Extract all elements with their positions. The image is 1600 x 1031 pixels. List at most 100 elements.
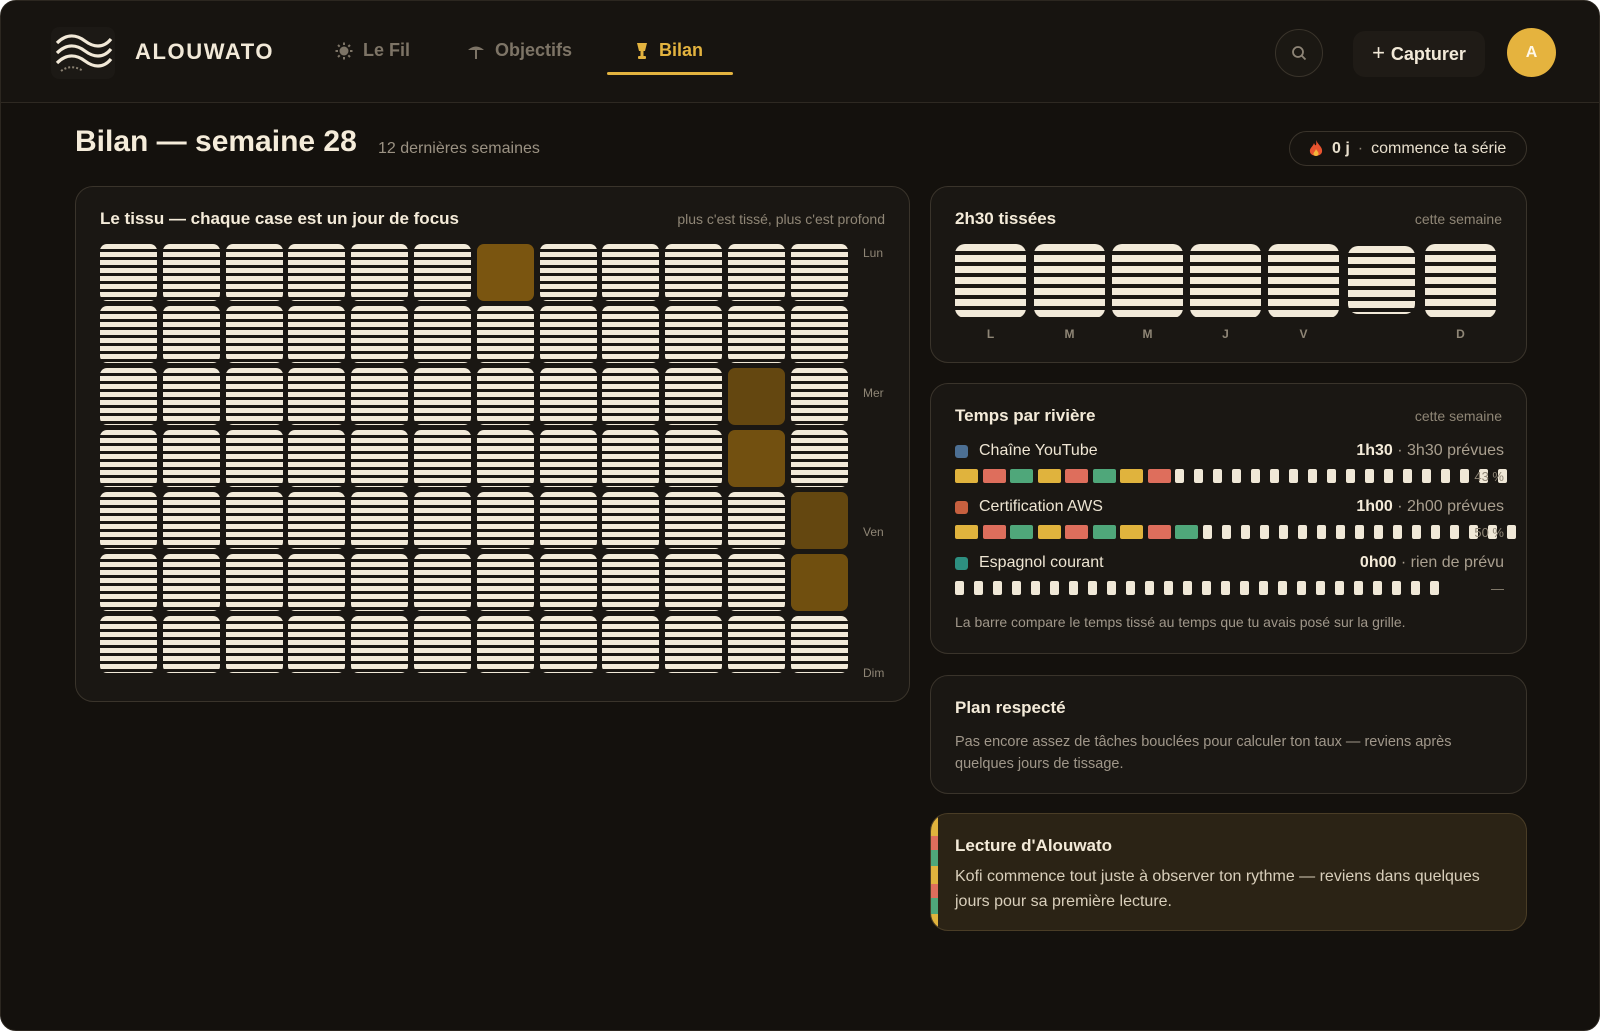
fabric-day-cell[interactable]: [602, 306, 660, 363]
fabric-day-cell[interactable]: [414, 368, 471, 425]
fabric-day-cell[interactable]: [162, 492, 220, 549]
fabric-day-cell[interactable]: [225, 430, 283, 487]
fabric-day-cell[interactable]: [414, 492, 471, 549]
fabric-day-cell[interactable]: [476, 306, 534, 363]
fabric-day-cell-focus[interactable]: [790, 554, 848, 611]
fabric-day-cell[interactable]: [665, 430, 723, 487]
avatar[interactable]: A: [1507, 28, 1556, 77]
fabric-day-cell[interactable]: [728, 554, 785, 611]
fabric-day-cell[interactable]: [414, 554, 471, 611]
fabric-day-cell[interactable]: [225, 244, 283, 301]
fabric-day-cell[interactable]: [351, 244, 409, 301]
fabric-day-cell[interactable]: [602, 368, 660, 425]
fabric-day-cell[interactable]: [790, 430, 848, 487]
fabric-day-cell[interactable]: [602, 492, 660, 549]
fabric-day-cell[interactable]: [665, 244, 723, 301]
fabric-title: Le tissu — chaque case est un jour de fo…: [100, 209, 459, 228]
nav-label: Bilan: [659, 40, 704, 60]
fabric-day-cell[interactable]: [225, 492, 283, 549]
fabric-day-cell[interactable]: [476, 368, 534, 425]
fabric-day-cell[interactable]: [100, 306, 157, 363]
fabric-day-cell[interactable]: [602, 244, 660, 301]
fabric-day-cell[interactable]: [539, 616, 597, 673]
fabric-day-cell[interactable]: [476, 554, 534, 611]
fabric-day-cell-focus[interactable]: [476, 244, 534, 301]
fabric-day-cell[interactable]: [288, 554, 346, 611]
fabric-day-cell[interactable]: [162, 616, 220, 673]
river-segment-filled: [955, 525, 978, 539]
fabric-day-cell[interactable]: [602, 554, 660, 611]
nav-bilan[interactable]: Bilan: [635, 40, 703, 76]
fabric-day-cell[interactable]: [728, 492, 785, 549]
fabric-day-cell[interactable]: [539, 430, 597, 487]
week-day-bar: [1348, 246, 1415, 314]
fabric-day-cell[interactable]: [414, 430, 471, 487]
river-percent: 50 %: [1474, 525, 1504, 540]
river-segment-empty: [1240, 581, 1249, 595]
fabric-day-cell[interactable]: [665, 492, 723, 549]
fabric-panel: Le tissu — chaque case est un jour de fo…: [75, 186, 910, 702]
fabric-day-cell[interactable]: [539, 306, 597, 363]
fabric-day-cell[interactable]: [351, 554, 409, 611]
fabric-day-cell[interactable]: [539, 492, 597, 549]
fabric-day-cell[interactable]: [790, 244, 848, 301]
fabric-day-cell[interactable]: [665, 554, 723, 611]
nav-objectifs[interactable]: Objectifs: [467, 40, 572, 76]
fabric-day-cell[interactable]: [225, 616, 283, 673]
fabric-day-cell[interactable]: [162, 430, 220, 487]
fabric-day-cell[interactable]: [162, 368, 220, 425]
fabric-day-cell[interactable]: [790, 368, 848, 425]
fabric-day-cell[interactable]: [100, 430, 157, 487]
fabric-day-cell[interactable]: [728, 616, 785, 673]
fabric-day-cell[interactable]: [351, 430, 409, 487]
fabric-day-cell[interactable]: [351, 492, 409, 549]
fabric-day-cell[interactable]: [414, 306, 471, 363]
fabric-day-cell[interactable]: [351, 306, 409, 363]
search-button[interactable]: [1275, 29, 1323, 77]
fabric-day-cell[interactable]: [728, 306, 785, 363]
fabric-day-cell[interactable]: [476, 430, 534, 487]
fabric-day-cell[interactable]: [288, 616, 346, 673]
fabric-day-cell[interactable]: [665, 306, 723, 363]
fabric-day-cell[interactable]: [602, 430, 660, 487]
river-segment-empty: [1392, 581, 1401, 595]
fabric-day-cell[interactable]: [225, 306, 283, 363]
fabric-day-cell[interactable]: [162, 306, 220, 363]
fabric-day-cell[interactable]: [665, 616, 723, 673]
fabric-day-cell[interactable]: [665, 368, 723, 425]
fabric-day-cell[interactable]: [100, 616, 157, 673]
fabric-day-cell[interactable]: [539, 554, 597, 611]
fabric-day-cell[interactable]: [100, 492, 157, 549]
fabric-day-cell[interactable]: [288, 492, 346, 549]
nav-le-fil[interactable]: Le Fil: [335, 40, 410, 76]
fabric-day-cell[interactable]: [288, 244, 346, 301]
river-segment-empty: [1202, 581, 1211, 595]
fabric-day-cell[interactable]: [351, 616, 409, 673]
fabric-day-cell[interactable]: [728, 244, 785, 301]
fabric-day-cell[interactable]: [476, 616, 534, 673]
fabric-day-cell[interactable]: [790, 306, 848, 363]
fabric-day-cell[interactable]: [539, 368, 597, 425]
fabric-day-cell[interactable]: [602, 616, 660, 673]
fabric-day-cell[interactable]: [288, 306, 346, 363]
fabric-day-cell[interactable]: [476, 492, 534, 549]
fabric-day-cell[interactable]: [100, 368, 157, 425]
fabric-day-cell[interactable]: [414, 244, 471, 301]
fabric-day-cell[interactable]: [162, 244, 220, 301]
fabric-day-cell[interactable]: [539, 244, 597, 301]
fabric-day-cell[interactable]: [288, 368, 346, 425]
capture-button[interactable]: + Capturer: [1353, 31, 1485, 77]
fabric-day-cell[interactable]: [288, 430, 346, 487]
river-segment-empty: [974, 581, 983, 595]
fabric-day-cell[interactable]: [414, 616, 471, 673]
fabric-day-cell[interactable]: [351, 368, 409, 425]
fabric-day-cell-focus[interactable]: [790, 492, 848, 549]
fabric-day-cell[interactable]: [225, 554, 283, 611]
fabric-day-cell[interactable]: [100, 554, 157, 611]
fabric-day-cell-focus[interactable]: [728, 368, 785, 425]
fabric-day-cell[interactable]: [162, 554, 220, 611]
fabric-day-cell[interactable]: [100, 244, 157, 301]
fabric-day-cell[interactable]: [225, 368, 283, 425]
fabric-day-cell-focus[interactable]: [728, 430, 785, 487]
fabric-day-cell[interactable]: [790, 616, 848, 673]
